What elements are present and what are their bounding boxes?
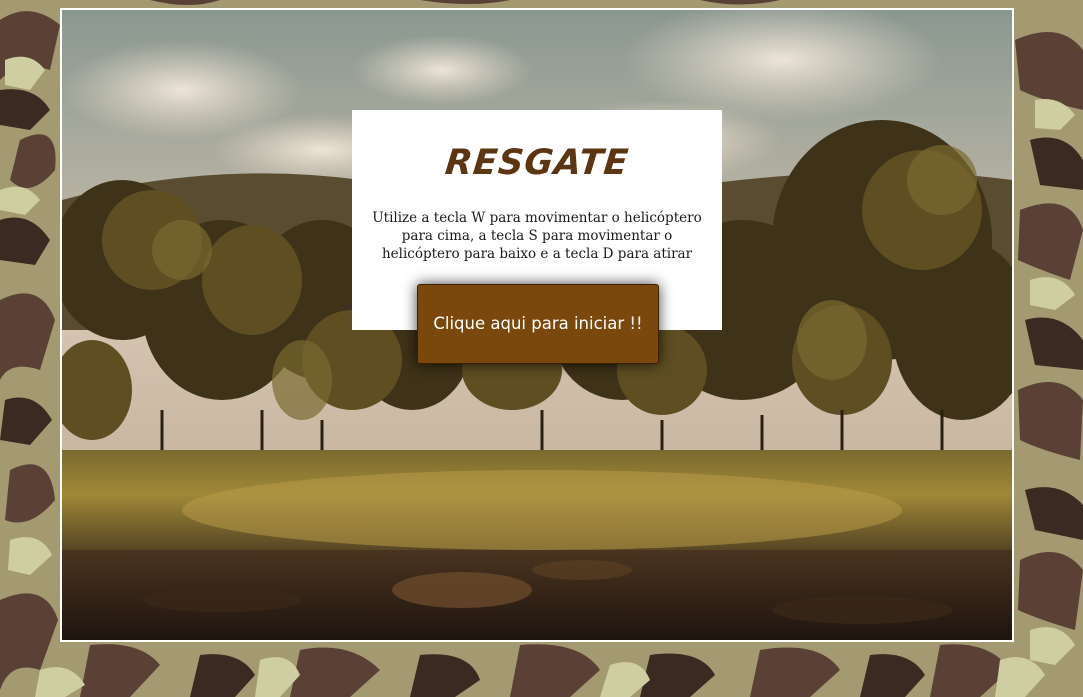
instructions-text: Utilize a tecla W para movimentar o heli… bbox=[372, 210, 702, 262]
game-title: RESGATE bbox=[443, 143, 631, 183]
start-game-button[interactable]: Clique aqui para iniciar !! bbox=[417, 284, 659, 364]
game-canvas[interactable]: RESGATE Utilize a tecla W para movimenta… bbox=[60, 8, 1014, 642]
